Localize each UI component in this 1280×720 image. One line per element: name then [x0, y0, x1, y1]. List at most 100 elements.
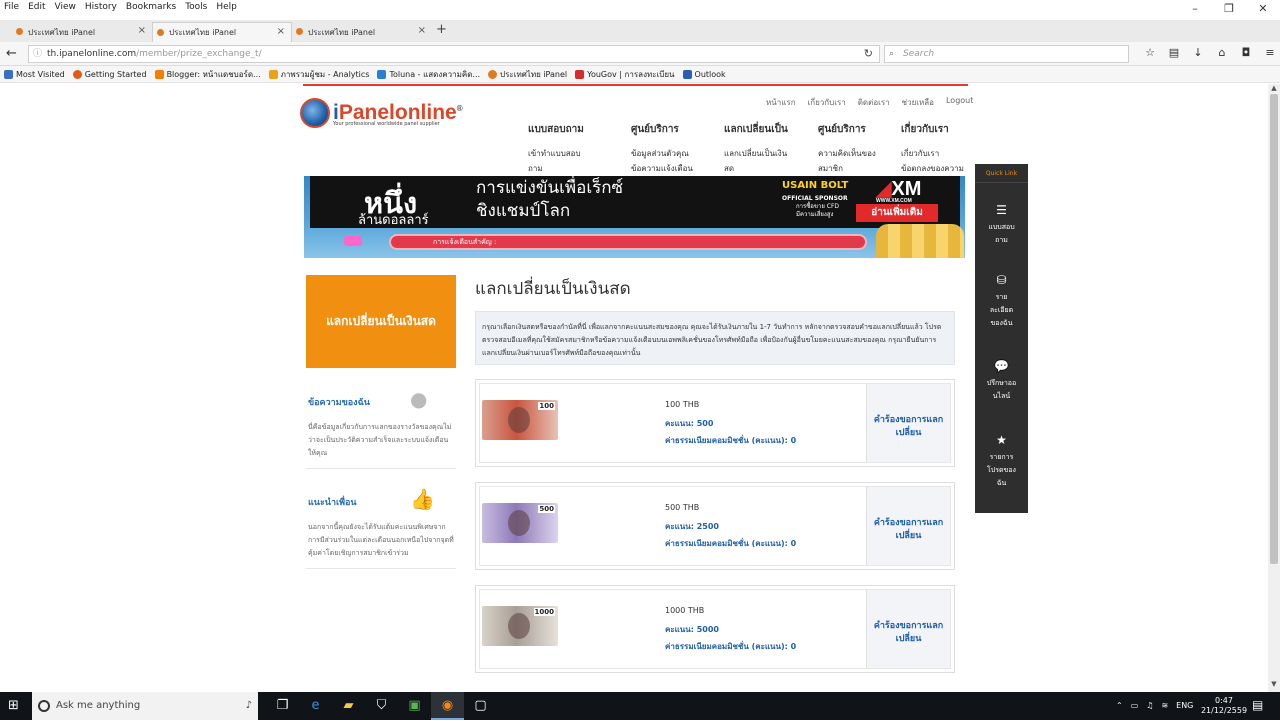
read-more-button[interactable]: อ่านเพิ่มเติม: [856, 204, 938, 222]
menu-history[interactable]: History: [85, 2, 117, 12]
nav-head[interactable]: แบบสอบถาม: [528, 122, 628, 137]
prize-card-1000: 1000 1000 THB คะแนน: 5000 ค่าธรรมเนียมคอ…: [475, 585, 955, 673]
quick-link-favorites[interactable]: ★ รายการ โปรดของ ฉัน: [975, 434, 1028, 490]
windows-start-icon[interactable]: ⊞: [8, 698, 24, 714]
database-icon: ⛁: [996, 273, 1007, 287]
prize-card-100: 100 100 THB คะแนน: 500 ค่าธรรมเนียมคอมมิ…: [475, 379, 955, 467]
browser-tab-1[interactable]: ประเทศไทย iPanel ×: [12, 22, 152, 42]
search-bar[interactable]: ⌕ Search: [884, 45, 1129, 63]
bookmark-item[interactable]: Blogger: หน้าแดชบอร์ด...: [154, 68, 261, 81]
scroll-down-arrow-icon[interactable]: ▼: [1268, 680, 1280, 692]
sidebar-cash-exchange-tile[interactable]: แลกเปลี่ยนเป็นเงินสด: [306, 275, 456, 368]
nav-sub-link[interactable]: เกี่ยวกับเรา ข้อตกลงของความ: [901, 146, 971, 176]
bookmark-item[interactable]: Toluna - แสดงความคิด...: [377, 68, 480, 81]
logo-text: iPanelonline®: [333, 101, 463, 124]
firefox-icon[interactable]: ◉: [431, 692, 464, 720]
nav-sub-link[interactable]: เข้าทำแบบสอบ ถาม: [528, 146, 628, 176]
nav-sub-link[interactable]: แลกเปลี่ยนเป็นเงิน สด: [724, 146, 824, 176]
url-bar[interactable]: ⓘ th.ipanelonline.com/member/prize_excha…: [28, 45, 880, 63]
camtasia-recorder-icon[interactable]: ▢: [464, 692, 497, 720]
quick-link-survey[interactable]: ☰ แบบสอบ ถาม: [975, 204, 1028, 247]
back-arrow-icon[interactable]: ←: [6, 46, 17, 61]
volume-icon[interactable]: ♫: [1146, 692, 1153, 720]
edge-icon[interactable]: e: [299, 692, 332, 720]
home-icon[interactable]: ⌂: [1210, 46, 1234, 59]
bookmark-star-icon[interactable]: ☆: [1138, 46, 1162, 59]
nav-sub-link[interactable]: ข้อมูลส่วนตัวคุณ ข้อความแจ้งเตือน: [631, 146, 731, 176]
xm-ad-banner[interactable]: หนึ่ง ล้านดอลลาร์ การแข่งขันเพื่อเร็กซ์ช…: [304, 176, 965, 258]
nav-head[interactable]: เกี่ยวกับเรา: [901, 122, 971, 137]
battery-icon[interactable]: ▭: [1131, 692, 1139, 720]
menu-tools[interactable]: Tools: [185, 2, 207, 12]
hamburger-menu-icon[interactable]: ≡: [1258, 46, 1280, 59]
taskbar-clock[interactable]: 0:47 21/12/2559: [1200, 696, 1248, 716]
new-tab-button[interactable]: +: [436, 22, 447, 37]
menu-view[interactable]: View: [55, 2, 76, 12]
quick-link-details[interactable]: ⛁ ราย ละเอียด ของฉัน: [975, 274, 1028, 330]
top-link-contact[interactable]: ติดต่อเรา: [858, 96, 890, 109]
microphone-icon[interactable]: ♪: [246, 692, 252, 720]
bookmark-item[interactable]: ประเทศไทย iPanel: [488, 68, 567, 81]
ipanel-favicon-icon: [157, 29, 164, 36]
important-notice-bar[interactable]: การแจ้งเตือนสำคัญ :: [389, 234, 867, 250]
bookmark-item[interactable]: Most Visited: [4, 69, 65, 79]
library-icon[interactable]: ▤: [1162, 46, 1186, 59]
download-icon[interactable]: ↓: [1186, 46, 1210, 59]
menu-bookmarks[interactable]: Bookmarks: [126, 2, 176, 12]
quick-link-chat[interactable]: 💬 ปรึกษาออ นไลน์: [975, 360, 1028, 403]
scrollbar-thumb[interactable]: [1270, 94, 1278, 564]
redeem-request-button[interactable]: คำร้องขอการแลกเปลี่ยน: [866, 487, 950, 565]
site-logo[interactable]: iPanelonline® Your professional worldwid…: [300, 98, 463, 128]
nav-col-about: เกี่ยวกับเรา เกี่ยวกับเรา ข้อตกลงของความ: [901, 122, 971, 176]
banknote-number: 1000: [533, 608, 555, 616]
banner-race-text: การแข่งขันเพื่อเร็กซ์ ชิงแชมป์โลก: [476, 178, 624, 221]
wifi-icon[interactable]: ≋: [1161, 692, 1168, 720]
bookmark-item[interactable]: Outlook: [682, 69, 726, 79]
reload-icon[interactable]: ↻: [864, 46, 873, 62]
browser-tab-3[interactable]: ประเทศไทย iPanel ×: [292, 22, 432, 42]
notification-center-icon[interactable]: ▤: [1252, 698, 1263, 712]
task-view-icon[interactable]: ❐: [266, 692, 299, 720]
page-scrollbar[interactable]: ▲ ▼: [1268, 84, 1280, 692]
nav-col-survey: แบบสอบถาม เข้าทำแบบสอบ ถาม: [528, 122, 628, 176]
messages-title[interactable]: ข้อความของฉัน: [308, 395, 370, 409]
close-icon[interactable]: ×: [418, 25, 426, 36]
menu-help[interactable]: Help: [216, 2, 237, 12]
bookmark-item[interactable]: YouGov | การลงทะเบียน: [575, 68, 675, 81]
refer-title[interactable]: แนะนำเพื่อน: [308, 495, 357, 509]
nav-head[interactable]: แลกเปลี่ยนเป็น: [724, 122, 824, 137]
top-link-logout[interactable]: Logout: [946, 96, 973, 109]
bookmark-item[interactable]: Getting Started: [72, 69, 147, 79]
banner-cfd-warning: การซื้อขาย CFD มีความเสี่ยงสูง: [796, 203, 840, 218]
info-icon[interactable]: ⓘ: [33, 46, 42, 62]
browser-tab-2[interactable]: ประเทศไทย iPanel ×: [152, 22, 292, 42]
banknote-100-image: 100: [482, 400, 558, 440]
quick-link-panel: Quick Link ☰ แบบสอบ ถาม ⛁ ราย ละเอียด ของฉั…: [975, 164, 1028, 513]
top-link-home[interactable]: หน้าแรก: [766, 96, 796, 109]
file-explorer-icon[interactable]: ▰: [332, 692, 365, 720]
menu-edit[interactable]: Edit: [28, 2, 45, 12]
cortana-search-box[interactable]: Ask me anything ♪: [32, 692, 258, 720]
banner-bolt: USAIN BOLT OFFICIAL SPONSOR: [782, 180, 849, 202]
banknote-number: 100: [538, 402, 555, 410]
maximize-button[interactable]: ❐: [1212, 0, 1246, 20]
menu-file[interactable]: File: [4, 2, 19, 12]
language-indicator[interactable]: ENG: [1176, 692, 1193, 720]
bookmark-item[interactable]: ภาพรวมผู้ชม - Analytics: [268, 68, 369, 81]
store-icon[interactable]: ⛉: [365, 692, 398, 720]
close-icon[interactable]: ×: [277, 26, 285, 37]
banknote-number: 500: [538, 505, 555, 513]
redeem-request-button[interactable]: คำร้องขอการแลกเปลี่ยน: [866, 590, 950, 668]
tray-chevron-icon[interactable]: ⌃: [1116, 692, 1123, 720]
prize-fee: ค่าธรรมเนียมคอมมิชชั่น (คะแนน): 0: [665, 642, 797, 651]
close-icon[interactable]: ×: [138, 25, 146, 36]
nav-head[interactable]: ศูนย์บริการ: [631, 122, 731, 137]
camtasia-icon[interactable]: ▣: [398, 692, 431, 720]
minimize-button[interactable]: –: [1178, 0, 1212, 20]
redeem-request-button[interactable]: คำร้องขอการแลกเปลี่ยน: [866, 384, 950, 462]
tab-label: ประเทศไทย iPanel: [169, 28, 237, 37]
top-link-about[interactable]: เกี่ยวกับเรา: [808, 96, 846, 109]
close-window-button[interactable]: ✕: [1246, 0, 1280, 20]
top-link-help[interactable]: ช่วยเหลือ: [902, 96, 934, 109]
pocket-icon[interactable]: ◘: [1234, 46, 1258, 59]
